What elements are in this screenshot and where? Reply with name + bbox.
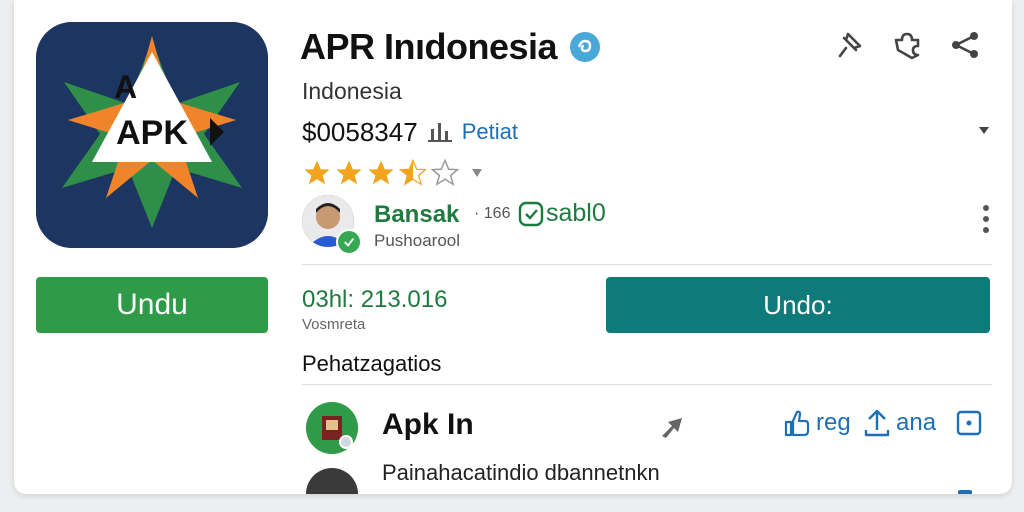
list-item-text: Painahacatindio dbannetnkn	[382, 460, 660, 485]
divider	[302, 264, 992, 265]
section-heading: Pehatzagatios	[302, 351, 442, 376]
verified-badge-icon	[570, 32, 601, 62]
rating-stars	[302, 158, 484, 188]
install-button-main[interactable]: Undo:	[606, 277, 990, 333]
list-item[interactable]: Painahacatindio dbannetnkn	[302, 460, 992, 494]
divider	[302, 384, 992, 385]
timer-icon	[518, 201, 544, 226]
app-title-row: APR Inıdonesia	[300, 26, 601, 68]
thumbs-up-icon	[784, 410, 810, 437]
star-icon-half	[398, 158, 428, 186]
price-link[interactable]: Petiat	[462, 119, 518, 145]
developer-meta: · 166	[474, 205, 511, 222]
chevron-down-icon[interactable]	[976, 122, 992, 138]
app-logo-letter: A	[114, 69, 137, 105]
list-item-indicator	[958, 490, 972, 494]
list-item[interactable]: Apk In reg ana	[302, 398, 992, 458]
star-icon-full	[304, 160, 330, 185]
upload-icon	[864, 409, 890, 437]
developer-name[interactable]: Bansak	[374, 201, 459, 229]
star-icon-full	[336, 160, 362, 185]
star-icon-full	[368, 160, 394, 185]
app-logo-text: APK	[116, 114, 188, 152]
app-subtitle: Indonesia	[302, 78, 402, 104]
share-arrow-icon[interactable]	[658, 412, 690, 442]
like-action-label: reg	[816, 409, 851, 436]
developer-verified-icon	[336, 229, 362, 255]
list-item-title: Apk In	[382, 408, 474, 441]
more-vert-icon[interactable]	[980, 203, 992, 235]
developer-tag[interactable]: sabl0	[518, 199, 606, 228]
star-icon-empty	[430, 158, 460, 186]
stat-label: Vosmreta	[302, 316, 366, 333]
rating-dropdown-icon[interactable]	[470, 166, 484, 180]
top-action-bar	[832, 28, 982, 62]
upload-action-label: ana	[896, 409, 937, 436]
list-item-avatar-image	[306, 402, 358, 454]
puzzle-icon[interactable]	[890, 28, 924, 62]
developer-role: Pushoarool	[374, 231, 461, 250]
upload-action[interactable]: ana	[862, 408, 936, 438]
app-title: APR Inıdonesia	[300, 26, 558, 67]
like-action[interactable]: reg	[782, 408, 851, 438]
checkbox-icon[interactable]	[956, 410, 982, 436]
stat-value: 03hl: 213.016	[302, 286, 448, 313]
list-item-avatar	[306, 402, 358, 454]
bar-chart-icon	[427, 123, 452, 142]
app-logo-graphic: A APK	[36, 22, 268, 248]
install-button-left[interactable]: Undu	[36, 277, 268, 333]
developer-row: Bansak · 166 sabl0 Pushoarool	[302, 195, 992, 255]
price-row: $0058347 Petiat	[302, 116, 992, 148]
app-price: $0058347	[302, 116, 418, 147]
pin-icon[interactable]	[832, 28, 866, 62]
list-item-avatar	[306, 468, 358, 494]
app-details-card: A APK Undu APR Inıdonesia Indonesia $005…	[14, 0, 1012, 494]
share-icon[interactable]	[948, 28, 982, 62]
developer-tag-text: sabl0	[546, 199, 606, 227]
app-logo: A APK	[36, 22, 268, 248]
